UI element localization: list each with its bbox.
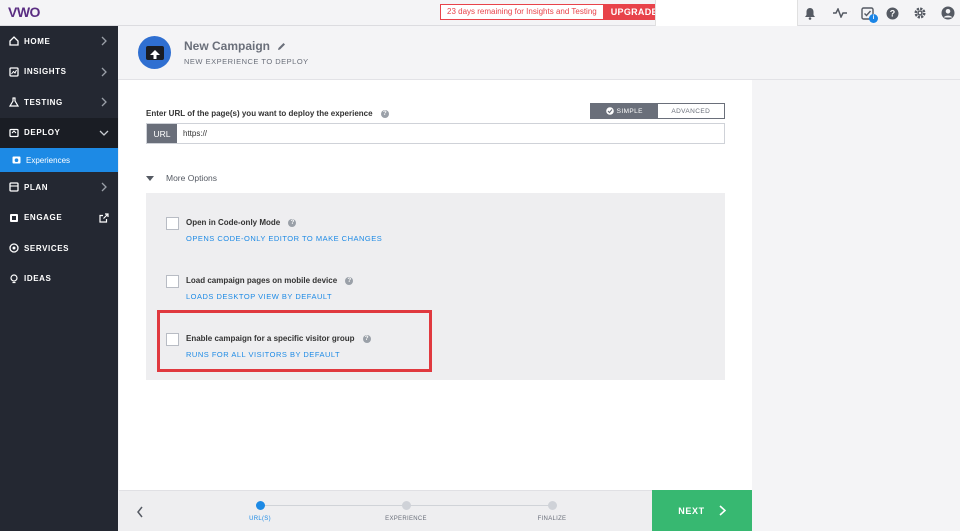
sidebar-item-label: SERVICES (24, 243, 70, 253)
next-label: NEXT (678, 505, 705, 516)
pencil-icon[interactable] (277, 42, 286, 51)
tasks-badge: i (869, 14, 878, 23)
check-circle-icon (605, 107, 614, 115)
sidebar-item-label: HOME (24, 36, 51, 46)
page-title: New Campaign (184, 39, 286, 53)
sidebar-item-label: IDEAS (24, 274, 52, 284)
url-input[interactable] (177, 124, 724, 143)
highlight-box (157, 310, 432, 372)
chevron-down-icon (99, 130, 109, 136)
svg-text:?: ? (889, 8, 895, 18)
sidebar-item-label: INSIGHTS (24, 67, 67, 77)
back-button[interactable] (119, 491, 161, 531)
trial-banner: 23 days remaining for Insights and Testi… (440, 4, 665, 20)
chevron-right-icon (101, 182, 107, 192)
sidebar-item-ideas[interactable]: IDEAS (0, 264, 118, 295)
step-dot (547, 501, 557, 510)
url-label-text: Enter URL of the page(s) you want to dep… (146, 109, 373, 118)
sidebar-item-insights[interactable]: INSIGHTS (0, 57, 118, 88)
more-options-label: More Options (166, 173, 218, 183)
experience-icon (12, 156, 21, 164)
sidebar-item-label: ENGAGE (24, 213, 63, 223)
flask-icon (9, 97, 19, 107)
sidebar-item-label: DEPLOY (24, 128, 61, 138)
step-experience[interactable]: EXPERIENCE (366, 501, 446, 522)
next-button[interactable]: NEXT (652, 490, 752, 531)
code-only-checkbox[interactable] (166, 217, 179, 230)
campaign-header: New Campaign NEW EXPERIENCE TO DEPLOY (118, 26, 960, 80)
campaign-name[interactable]: New Campaign (184, 39, 270, 53)
top-bar-blank-area (655, 0, 798, 26)
step-label: URL(S) (249, 516, 271, 522)
step-dot (401, 501, 411, 510)
step-finalize[interactable]: FINALIZE (512, 501, 592, 522)
chevron-right-icon (719, 505, 726, 516)
activity-icon[interactable] (832, 5, 848, 21)
help-icon[interactable]: ? (380, 109, 389, 118)
help-icon[interactable]: ? (288, 218, 297, 227)
insights-icon (9, 67, 19, 77)
sidebar-item-services[interactable]: SERVICES (0, 233, 118, 264)
url-input-row: URL (146, 123, 725, 144)
url-section-label: Enter URL of the page(s) you want to dep… (146, 109, 389, 118)
simple-mode-button[interactable]: SIMPLE (591, 104, 658, 118)
step-urls[interactable]: URL(S) (220, 501, 300, 522)
tasks-icon[interactable]: i (859, 5, 878, 23)
sidebar-subitem-label: Experiences (26, 155, 71, 165)
chevron-right-icon (101, 36, 107, 46)
sidebar-item-home[interactable]: HOME (0, 26, 118, 57)
engage-icon (9, 213, 19, 223)
sidebar: HOME INSIGHTS TESTING DEPLOY Experiences… (0, 26, 118, 531)
step-label: FINALIZE (537, 516, 567, 522)
option-subtitle: OPENS CODE-ONLY EDITOR TO MAKE CHANGES (186, 234, 383, 243)
right-panel (752, 80, 960, 531)
sidebar-item-engage[interactable]: ENGAGE (0, 203, 118, 234)
services-icon (9, 243, 19, 253)
option-title: Open in Code-only Mode ? (186, 218, 297, 227)
help-icon[interactable]: ? (345, 276, 354, 285)
more-options-toggle[interactable]: More Options (146, 173, 217, 183)
sidebar-item-testing[interactable]: TESTING (0, 87, 118, 118)
mode-toggle: SIMPLE ADVANCED (590, 103, 725, 119)
external-link-icon (99, 212, 109, 223)
step-label: EXPERIENCE (385, 516, 427, 522)
help-icon[interactable]: ? (884, 5, 900, 21)
simple-mode-label: SIMPLE (616, 107, 643, 115)
chevron-right-icon (101, 97, 107, 107)
home-icon (9, 36, 19, 46)
sidebar-item-deploy[interactable]: DEPLOY (0, 117, 118, 148)
url-tag: URL (147, 124, 177, 143)
option-subtitle: LOADS DESKTOP VIEW BY DEFAULT (186, 292, 333, 301)
campaign-type-icon (138, 36, 171, 69)
wizard-footer: URL(S) EXPERIENCE FINALIZE (119, 490, 652, 531)
trial-text: 23 days remaining for Insights and Testi… (440, 4, 604, 20)
chevron-left-icon (137, 506, 143, 517)
chevron-right-icon (101, 67, 107, 76)
mobile-device-checkbox[interactable] (166, 275, 179, 288)
sidebar-item-plan[interactable]: PLAN (0, 172, 118, 203)
vwo-logo[interactable]: VWO (8, 4, 40, 20)
advanced-mode-button[interactable]: ADVANCED (658, 104, 725, 118)
gear-icon[interactable] (912, 5, 928, 21)
option-title: Load campaign pages on mobile device ? (186, 276, 354, 285)
bell-icon[interactable] (802, 5, 818, 21)
main-panel: Enter URL of the page(s) you want to dep… (119, 80, 752, 490)
sidebar-item-label: TESTING (24, 97, 63, 107)
deploy-icon (9, 128, 19, 138)
caret-down-icon (146, 175, 154, 181)
plan-icon (9, 182, 19, 192)
top-bar: VWO 23 days remaining for Insights and T… (0, 0, 960, 26)
user-icon[interactable] (940, 5, 956, 21)
page-subtitle: NEW EXPERIENCE TO DEPLOY (184, 57, 309, 66)
sidebar-item-label: PLAN (24, 182, 49, 192)
bulb-icon (9, 274, 19, 284)
step-dot (255, 501, 265, 510)
sidebar-subitem-experiences[interactable]: Experiences (0, 148, 118, 172)
